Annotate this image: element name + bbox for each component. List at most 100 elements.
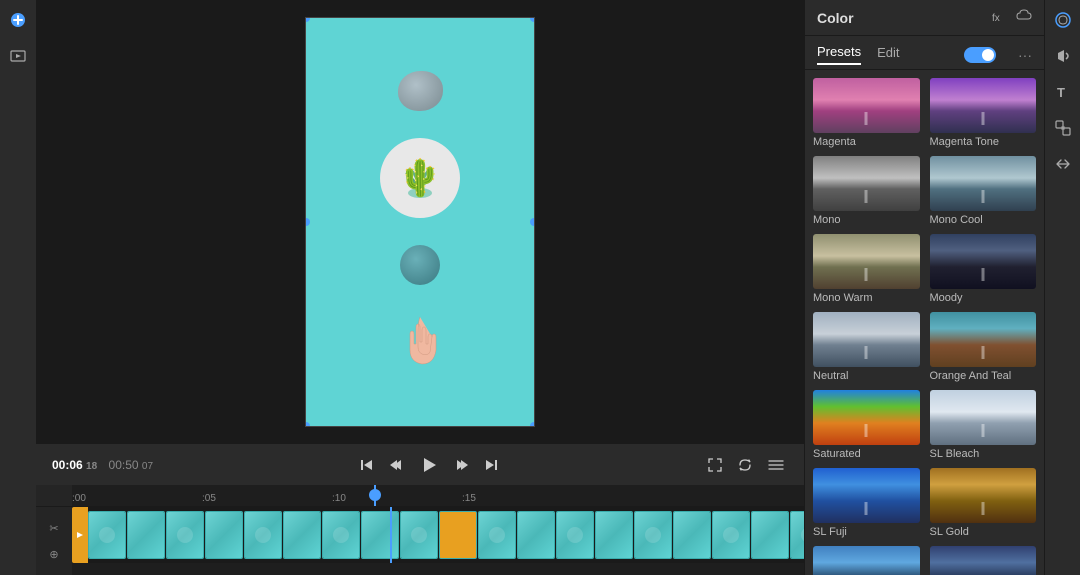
title-tool-icon[interactable]: T	[1051, 80, 1075, 104]
skip-to-start-button[interactable]	[356, 454, 378, 476]
more-options-icon[interactable]: ···	[1018, 47, 1032, 63]
preset-thumb-mono	[813, 156, 920, 211]
frame-thumb-13	[556, 511, 594, 559]
frame-thumb-11	[478, 511, 516, 559]
preset-thumb-magenta	[813, 78, 920, 133]
frame-thumb-8	[361, 511, 399, 559]
right-panel: Color fx Presets Edit ··· MagentaMagenta…	[804, 0, 1044, 575]
current-time: 00:06 18	[52, 458, 101, 472]
preset-item-sl-bleach[interactable]: SL Bleach	[930, 390, 1037, 460]
track-strip[interactable]	[88, 511, 804, 559]
frame-thumb-1	[88, 511, 126, 559]
preset-item-orange-and-teal[interactable]: Orange And Teal	[930, 312, 1037, 382]
video-content	[306, 18, 534, 426]
preset-label-mono-warm: Mono Warm	[813, 292, 920, 304]
current-frame: 18	[86, 461, 97, 472]
preset-thumb-mono-cool	[930, 156, 1037, 211]
preset-item-magenta[interactable]: Magenta	[813, 78, 920, 148]
tab-presets[interactable]: Presets	[817, 44, 861, 65]
svg-text:T: T	[1057, 85, 1065, 100]
frame-thumb-3	[166, 511, 204, 559]
stone-object	[400, 245, 440, 285]
main-area: 00:06 18 00:50 07	[36, 0, 804, 575]
tab-edit[interactable]: Edit	[877, 45, 899, 64]
ruler-playhead-dot	[369, 489, 381, 501]
add-icon[interactable]	[6, 8, 30, 32]
loop-button[interactable]	[734, 454, 756, 476]
media-icon[interactable]	[6, 44, 30, 68]
preset-thumb-neutral	[813, 312, 920, 367]
track-start-marker	[72, 507, 88, 563]
cloud-icon[interactable]	[1016, 9, 1032, 26]
playback-bar: 00:06 18 00:50 07	[36, 443, 804, 485]
handle-top-right[interactable]	[530, 17, 535, 22]
audio-tool-icon[interactable]	[1051, 44, 1075, 68]
preset-item-sl-gold[interactable]: SL Gold	[930, 468, 1037, 538]
video-track	[72, 507, 804, 563]
playback-controls	[163, 452, 694, 478]
frame-thumb-9	[400, 511, 438, 559]
preset-item-mono-warm[interactable]: Mono Warm	[813, 234, 920, 304]
preset-label-sl-bleach: SL Bleach	[930, 448, 1037, 460]
ruler-label-15: :15	[462, 493, 476, 504]
preset-label-sl-fuji: SL Fuji	[813, 526, 920, 538]
frame-thumb-6	[283, 511, 321, 559]
preset-label-orange-and-teal: Orange And Teal	[930, 370, 1037, 382]
preset-item-magenta-tone[interactable]: Magenta Tone	[930, 78, 1037, 148]
ruler-label-5: :05	[202, 493, 216, 504]
color-toggle[interactable]	[964, 47, 996, 63]
preset-thumb-sl-kodak	[813, 546, 920, 575]
far-right-toolbar: T	[1044, 0, 1080, 575]
step-back-button[interactable]	[386, 454, 408, 476]
preset-item-moody[interactable]: Moody	[930, 234, 1037, 304]
fullscreen-button[interactable]	[704, 454, 726, 476]
frame-thumb-12	[517, 511, 555, 559]
handle-right[interactable]	[530, 218, 535, 226]
preset-thumb-sl-bleach	[930, 390, 1037, 445]
timeline-ruler-row: :00 :05 :10 :15	[36, 485, 804, 507]
preset-label-mono: Mono	[813, 214, 920, 226]
preset-label-mono-cool: Mono Cool	[930, 214, 1037, 226]
ruler-playhead	[374, 485, 376, 506]
plant-object	[390, 148, 450, 208]
frame-thumb-16	[673, 511, 711, 559]
timeline-track-row: ✂ ⊕	[36, 507, 804, 575]
skip-to-end-button[interactable]	[480, 454, 502, 476]
preset-label-neutral: Neutral	[813, 370, 920, 382]
track-playhead	[390, 507, 392, 563]
scissors-icon[interactable]: ✂	[44, 518, 64, 538]
frame-thumb-7	[322, 511, 360, 559]
panel-tabs: Presets Edit ···	[805, 36, 1044, 70]
step-forward-button[interactable]	[450, 454, 472, 476]
preset-item-sl-matrix[interactable]: SL Matrix	[930, 546, 1037, 575]
ruler-label-10: :10	[332, 493, 346, 504]
preset-item-sl-kodak[interactable]: SL Kodak	[813, 546, 920, 575]
preset-item-mono-cool[interactable]: Mono Cool	[930, 156, 1037, 226]
preview-area	[36, 0, 804, 443]
preset-item-mono[interactable]: Mono	[813, 156, 920, 226]
frame-thumb-17	[712, 511, 750, 559]
play-button[interactable]	[416, 452, 442, 478]
preset-label-moody: Moody	[930, 292, 1037, 304]
preset-thumb-sl-matrix	[930, 546, 1037, 575]
preset-item-saturated[interactable]: Saturated	[813, 390, 920, 460]
overlay-tool-icon[interactable]	[1051, 116, 1075, 140]
plant-plate	[380, 138, 460, 218]
left-toolbar	[0, 0, 36, 575]
preset-item-sl-fuji[interactable]: SL Fuji	[813, 468, 920, 538]
handle-bottom-right[interactable]	[530, 422, 535, 427]
settings-button[interactable]	[764, 454, 788, 476]
fx-icon[interactable]: fx	[992, 8, 1008, 27]
frame-thumb-5	[244, 511, 282, 559]
preset-item-neutral[interactable]: Neutral	[813, 312, 920, 382]
timeline-left-controls: ✂ ⊕	[36, 507, 72, 575]
color-tool-icon[interactable]	[1051, 8, 1075, 32]
transform-tool-icon[interactable]	[1051, 152, 1075, 176]
add-track-icon[interactable]: ⊕	[44, 544, 64, 564]
timeline-area: :00 :05 :10 :15 ✂ ⊕	[36, 485, 804, 575]
preset-thumb-mono-warm	[813, 234, 920, 289]
preset-thumb-sl-fuji	[813, 468, 920, 523]
preset-label-sl-gold: SL Gold	[930, 526, 1037, 538]
video-preview	[305, 17, 535, 427]
frame-thumb-14	[595, 511, 633, 559]
